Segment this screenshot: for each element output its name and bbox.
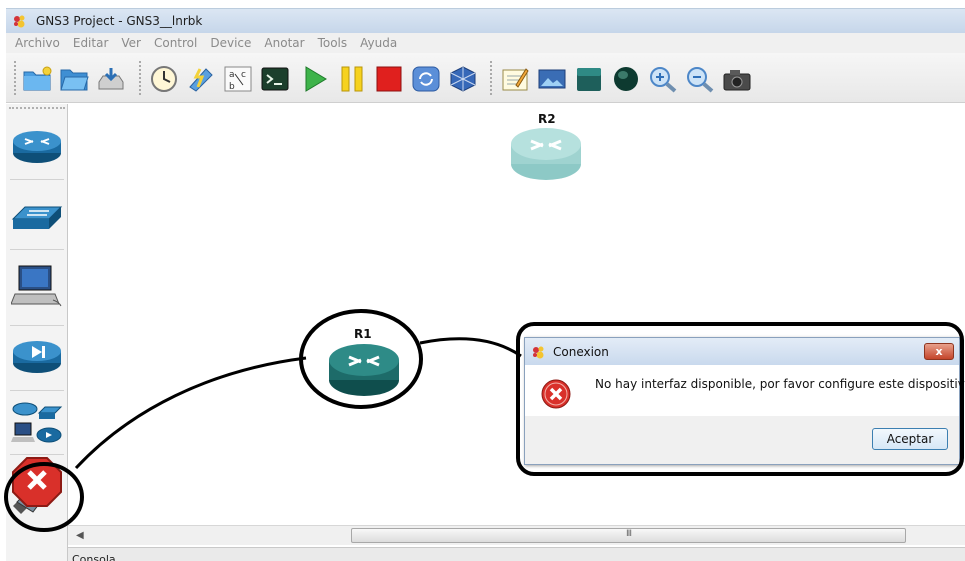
menu-ver[interactable]: Ver — [121, 36, 141, 50]
zoom-in-icon — [650, 67, 677, 93]
panel-separator — [10, 179, 64, 180]
insert-image-icon — [538, 69, 566, 89]
virtualbox-button[interactable] — [446, 63, 480, 95]
dialog-body: No hay interfaz disponible, por favor co… — [525, 365, 965, 416]
start-icon — [305, 66, 327, 92]
switches-category-button[interactable] — [9, 192, 65, 242]
new-project-icon — [23, 66, 52, 91]
menu-tools[interactable]: Tools — [318, 36, 348, 50]
stop-icon — [376, 66, 402, 92]
draw-ellipse-button[interactable] — [609, 63, 643, 95]
panel-grip — [9, 107, 65, 109]
menu-ayuda[interactable]: Ayuda — [360, 36, 397, 50]
cancel-link-icon — [12, 457, 62, 514]
router-icon — [13, 131, 61, 163]
show-interface-labels-icon: a c b — [224, 66, 252, 92]
node-label-r2: R2 — [538, 112, 556, 126]
gns3-window: GNS3 Project - GNS3__lnrbk Archivo Edita… — [0, 0, 965, 561]
add-link-button[interactable] — [9, 457, 65, 514]
screenshot-button[interactable] — [720, 63, 754, 95]
menu-editar[interactable]: Editar — [73, 36, 109, 50]
stop-all-button[interactable] — [372, 63, 406, 95]
device-type-panel — [6, 104, 68, 561]
security-devices-category-button[interactable] — [9, 332, 65, 382]
add-note-button[interactable] — [498, 63, 532, 95]
start-all-button[interactable] — [298, 63, 332, 95]
console-icon — [261, 67, 289, 91]
save-project-icon — [98, 68, 124, 90]
panel-separator — [10, 390, 64, 391]
menu-archivo[interactable]: Archivo — [15, 36, 60, 50]
open-project-icon — [60, 69, 89, 91]
toolbar-grip[interactable] — [14, 61, 18, 95]
add-note-icon — [502, 68, 529, 91]
zoom-in-button[interactable] — [646, 63, 680, 95]
zoom-out-icon — [687, 67, 714, 93]
title-bar: GNS3 Project - GNS3__lnrbk — [6, 8, 965, 33]
svg-text:c: c — [241, 70, 246, 80]
router-icon — [511, 128, 581, 180]
snapshot-clock-icon — [151, 66, 177, 92]
open-project-button[interactable] — [57, 63, 91, 95]
router-node-r1[interactable] — [327, 342, 401, 400]
routers-category-button[interactable] — [9, 122, 65, 172]
scrollbar-thumb[interactable]: III — [351, 528, 906, 543]
menu-device[interactable]: Device — [210, 36, 251, 50]
panel-separator — [10, 454, 64, 455]
gns3-logo-icon — [14, 15, 25, 28]
panel-separator — [10, 249, 64, 250]
svg-text:b: b — [229, 82, 235, 92]
toolbar-grip[interactable] — [139, 61, 143, 95]
draw-rectangle-button[interactable] — [572, 63, 606, 95]
menu-anotar[interactable]: Anotar — [264, 36, 304, 50]
close-icon: x — [935, 345, 943, 358]
router-icon — [329, 344, 399, 396]
snapshot-button[interactable] — [147, 63, 181, 95]
interface-labels-button[interactable]: a c b — [221, 63, 255, 95]
main-toolbar: a c b — [6, 53, 965, 103]
accept-button[interactable]: Aceptar — [872, 428, 948, 450]
scrollbar-grip: III — [626, 529, 632, 539]
connection-error-dialog: Conexion x No hay interfaz disponible, p… — [524, 337, 965, 465]
dialog-message: No hay interfaz disponible, por favor co… — [595, 377, 965, 391]
all-devices-icon — [11, 402, 63, 443]
security-device-icon — [13, 341, 61, 373]
idle-pc-button[interactable] — [184, 63, 218, 95]
menu-control[interactable]: Control — [154, 36, 197, 50]
console-label: Consola — [72, 553, 116, 561]
console-dock: Consola — [68, 547, 965, 561]
dialog-close-button[interactable]: x — [924, 343, 954, 360]
end-device-icon — [11, 265, 62, 307]
dialog-title: Conexion — [553, 344, 609, 359]
svg-text:a: a — [229, 70, 235, 80]
new-project-button[interactable] — [20, 63, 54, 95]
scroll-left-arrow-icon[interactable]: ◀ — [76, 530, 84, 541]
reload-all-button[interactable] — [409, 63, 443, 95]
console-all-button[interactable] — [258, 63, 292, 95]
dialog-title-bar[interactable]: Conexion x — [525, 338, 959, 365]
toolbar-grip[interactable] — [490, 61, 494, 95]
gns3-logo-icon — [533, 346, 544, 358]
error-icon — [541, 379, 571, 409]
window-title: GNS3 Project - GNS3__lnrbk — [36, 14, 203, 28]
panel-separator — [10, 325, 64, 326]
end-devices-category-button[interactable] — [9, 262, 65, 312]
switch-icon — [11, 206, 63, 229]
insert-image-button[interactable] — [535, 63, 569, 95]
screenshot-icon — [723, 70, 751, 91]
suspend-icon — [341, 66, 363, 92]
suspend-all-button[interactable] — [335, 63, 369, 95]
menu-bar: Archivo Editar Ver Control Device Anotar… — [6, 33, 965, 53]
draw-ellipse-icon — [614, 67, 638, 91]
horizontal-scrollbar[interactable]: ◀ III — [68, 525, 965, 545]
idle-pc-icon — [189, 68, 213, 92]
node-label-r1: R1 — [354, 327, 372, 341]
router-node-r2[interactable] — [509, 126, 583, 184]
reload-icon — [412, 66, 440, 92]
all-devices-category-button[interactable] — [9, 397, 65, 447]
zoom-out-button[interactable] — [683, 63, 717, 95]
virtualbox-icon — [450, 66, 476, 92]
draw-rectangle-icon — [577, 68, 601, 91]
save-project-button[interactable] — [94, 63, 128, 95]
